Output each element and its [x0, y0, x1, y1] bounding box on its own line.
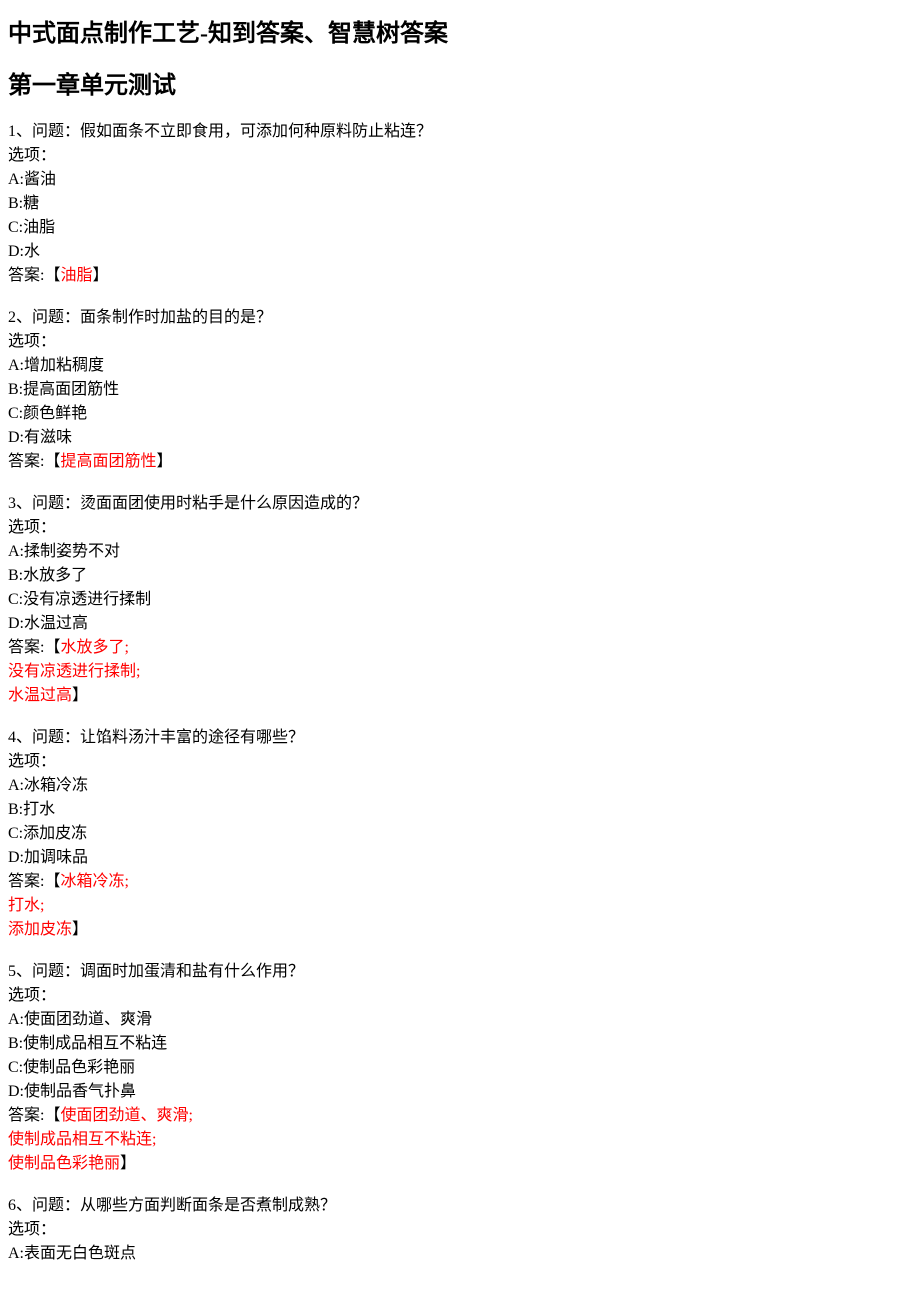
answer-prefix: 答案:【: [8, 1107, 60, 1124]
question-block: 6、问题：从哪些方面判断面条是否煮制成熟？选项：A:表面无白色斑点: [8, 1194, 912, 1266]
answer-text: 没有凉透进行揉制;: [8, 663, 140, 680]
option-line: A:增加粘稠度: [8, 354, 912, 378]
answer-suffix: 】: [120, 1155, 136, 1172]
option-line: D:水: [8, 240, 912, 264]
options-label: 选项：: [8, 750, 912, 774]
question-text: 6、问题：从哪些方面判断面条是否煮制成熟？: [8, 1194, 912, 1218]
option-line: C:油脂: [8, 216, 912, 240]
answer-text: 打水;: [8, 897, 44, 914]
answer-line: 使制品色彩艳丽】: [8, 1152, 912, 1176]
answer-text: 添加皮冻: [8, 921, 72, 938]
answer-line: 答案:【冰箱冷冻;: [8, 870, 912, 894]
question-block: 4、问题：让馅料汤汁丰富的途径有哪些？选项：A:冰箱冷冻B:打水C:添加皮冻D:…: [8, 726, 912, 942]
answer-prefix: 答案:【: [8, 639, 60, 656]
option-line: A:冰箱冷冻: [8, 774, 912, 798]
answer-line: 没有凉透进行揉制;: [8, 660, 912, 684]
answer-prefix: 答案:【: [8, 453, 60, 470]
answer-text: 使制品色彩艳丽: [8, 1155, 120, 1172]
question-text: 5、问题：调面时加蛋清和盐有什么作用？: [8, 960, 912, 984]
question-text: 2、问题：面条制作时加盐的目的是？: [8, 306, 912, 330]
option-line: B:糖: [8, 192, 912, 216]
option-line: B:打水: [8, 798, 912, 822]
options-label: 选项：: [8, 330, 912, 354]
answer-line: 答案:【水放多了;: [8, 636, 912, 660]
questions-container: 1、问题：假如面条不立即食用，可添加何种原料防止粘连？选项：A:酱油B:糖C:油…: [8, 120, 912, 1266]
answer-line: 打水;: [8, 894, 912, 918]
option-line: D:水温过高: [8, 612, 912, 636]
answer-line: 使制成品相互不粘连;: [8, 1128, 912, 1152]
answer-line: 添加皮冻】: [8, 918, 912, 942]
answer-text: 提高面团筋性: [60, 453, 156, 470]
option-line: B:使制成品相互不粘连: [8, 1032, 912, 1056]
question-block: 5、问题：调面时加蛋清和盐有什么作用？选项：A:使面团劲道、爽滑B:使制成品相互…: [8, 960, 912, 1176]
option-line: C:没有凉透进行揉制: [8, 588, 912, 612]
question-text: 4、问题：让馅料汤汁丰富的途径有哪些？: [8, 726, 912, 750]
answer-line: 答案:【油脂】: [8, 264, 912, 288]
answer-text: 使制成品相互不粘连;: [8, 1131, 156, 1148]
answer-suffix: 】: [156, 453, 172, 470]
answer-prefix: 答案:【: [8, 267, 60, 284]
question-block: 1、问题：假如面条不立即食用，可添加何种原料防止粘连？选项：A:酱油B:糖C:油…: [8, 120, 912, 288]
answer-prefix: 答案:【: [8, 873, 60, 890]
answer-line: 水温过高】: [8, 684, 912, 708]
option-line: A:揉制姿势不对: [8, 540, 912, 564]
question-block: 2、问题：面条制作时加盐的目的是？选项：A:增加粘稠度B:提高面团筋性C:颜色鲜…: [8, 306, 912, 474]
answer-text: 水放多了;: [60, 639, 128, 656]
option-line: D:有滋味: [8, 426, 912, 450]
option-line: A:表面无白色斑点: [8, 1242, 912, 1266]
options-label: 选项：: [8, 516, 912, 540]
answer-suffix: 】: [92, 267, 108, 284]
question-block: 3、问题：烫面面团使用时粘手是什么原因造成的？选项：A:揉制姿势不对B:水放多了…: [8, 492, 912, 708]
question-text: 1、问题：假如面条不立即食用，可添加何种原料防止粘连？: [8, 120, 912, 144]
option-line: D:加调味品: [8, 846, 912, 870]
answer-line: 答案:【使面团劲道、爽滑;: [8, 1104, 912, 1128]
answer-line: 答案:【提高面团筋性】: [8, 450, 912, 474]
options-label: 选项：: [8, 144, 912, 168]
options-label: 选项：: [8, 984, 912, 1008]
answer-text: 使面团劲道、爽滑;: [60, 1107, 192, 1124]
option-line: A:使面团劲道、爽滑: [8, 1008, 912, 1032]
chapter-heading: 第一章单元测试: [8, 68, 912, 104]
answer-text: 油脂: [60, 267, 92, 284]
option-line: A:酱油: [8, 168, 912, 192]
option-line: D:使制品香气扑鼻: [8, 1080, 912, 1104]
option-line: B:水放多了: [8, 564, 912, 588]
page-title: 中式面点制作工艺-知到答案、智慧树答案: [8, 16, 912, 52]
answer-suffix: 】: [72, 921, 88, 938]
answer-text: 冰箱冷冻;: [60, 873, 128, 890]
answer-suffix: 】: [72, 687, 88, 704]
answer-text: 水温过高: [8, 687, 72, 704]
option-line: B:提高面团筋性: [8, 378, 912, 402]
option-line: C:使制品色彩艳丽: [8, 1056, 912, 1080]
option-line: C:颜色鲜艳: [8, 402, 912, 426]
options-label: 选项：: [8, 1218, 912, 1242]
option-line: C:添加皮冻: [8, 822, 912, 846]
question-text: 3、问题：烫面面团使用时粘手是什么原因造成的？: [8, 492, 912, 516]
